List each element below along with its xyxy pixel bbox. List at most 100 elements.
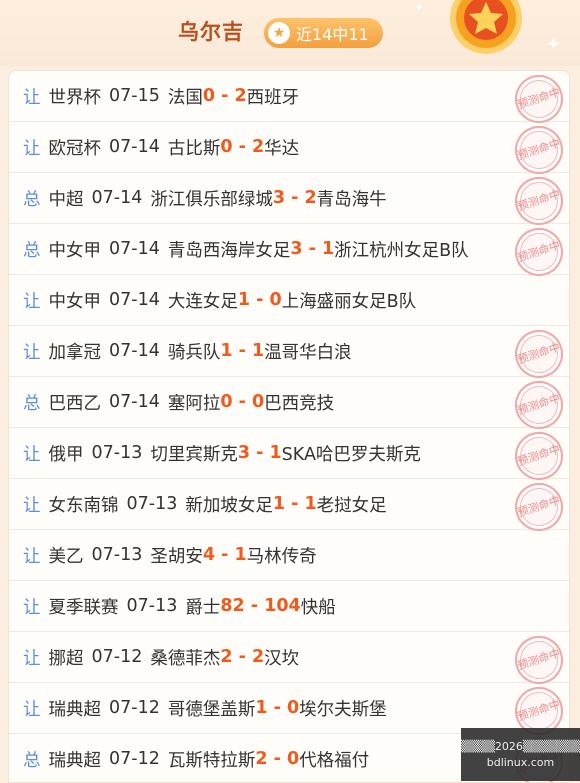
bet-type-label: 总 (23, 189, 41, 210)
match-score: 4 - 1 (202, 545, 247, 565)
match-date: 07-14 (109, 239, 160, 259)
away-team: 快船 (300, 597, 336, 618)
home-team: 爵士 (185, 597, 221, 618)
match-date: 07-13 (126, 494, 178, 514)
match-date: 07-13 (126, 596, 178, 616)
match-score: 3 - 1 (290, 239, 335, 259)
hit-stamp: 预测命中 (508, 119, 569, 181)
prediction-row[interactable]: 让挪超 07-12 桑德菲杰 2 - 2 汉坎 预测命中 (9, 629, 569, 691)
match-date: 07-12 (91, 647, 143, 667)
away-team: 上海盛丽女足B队 (281, 291, 417, 312)
home-team: 骑兵队 (167, 342, 221, 363)
prediction-row[interactable]: 让中女甲 07-14 大连女足 1 - 0 上海盛丽女足B队 (9, 275, 569, 326)
away-team: 华达 (264, 138, 300, 159)
bet-type-label: 让 (23, 342, 41, 363)
away-team: 浙江杭州女足B队 (334, 240, 469, 261)
match-date: 07-13 (91, 443, 143, 463)
match-score: 1 - 1 (220, 341, 265, 361)
match-date: 07-14 (109, 341, 160, 361)
prediction-row[interactable]: 让瑞典超 07-12 哥德堡盖斯 1 - 0 埃尔夫斯堡 预测命中 (9, 680, 569, 742)
away-team: 青岛海牛 (316, 189, 387, 210)
match-league: 中女甲 (48, 240, 102, 261)
match-league: 挪超 (48, 648, 84, 669)
match-score: 1 - 0 (255, 698, 300, 718)
away-team: 西班牙 (246, 87, 300, 108)
home-team: 大连女足 (167, 291, 238, 312)
match-score: 0 - 2 (202, 86, 247, 106)
match-league: 俄甲 (48, 444, 84, 465)
match-score: 82 - 104 (220, 596, 301, 616)
match-league: 夏季联赛 (48, 597, 119, 618)
home-team: 瓦斯特拉斯 (167, 750, 256, 771)
sparkle-icon: ✦ (414, 0, 425, 14)
match-league: 美乙 (48, 546, 84, 567)
home-team: 古比斯 (167, 138, 221, 159)
sparkle-icon: ✦ (546, 34, 562, 55)
prediction-row[interactable]: 让女东南锦 07-13 新加坡女足 1 - 1 老挝女足 预测命中 (9, 476, 569, 538)
match-date: 07-14 (109, 392, 160, 412)
home-team: 青岛西海岸女足 (167, 240, 291, 261)
site-watermark: ▒▒▒▒2026▒▒▒▒▒▒▒ bdlinux.com (461, 728, 580, 781)
bet-type-label: 总 (23, 750, 41, 771)
match-league: 加拿冠 (48, 342, 102, 363)
home-team: 新加坡女足 (185, 495, 273, 516)
bet-type-label: 让 (23, 138, 41, 159)
match-league: 女东南锦 (48, 495, 119, 516)
bet-type-label: 总 (23, 393, 41, 414)
match-score: 0 - 2 (220, 137, 265, 157)
prediction-list: 让世界杯 07-15 法国 0 - 2 西班牙 预测命中让欧冠杯 07-14 古比斯 0 - 2… (8, 70, 570, 783)
match-league: 巴西乙 (48, 393, 102, 414)
bet-type-label: 让 (23, 495, 41, 516)
home-team: 哥德堡盖斯 (167, 699, 256, 720)
watermark-line-2: bdlinux.com (486, 755, 555, 769)
home-team: 切里宾斯克 (150, 444, 238, 465)
bet-type-label: 让 (23, 597, 41, 618)
match-score: 3 - 2 (272, 188, 317, 208)
hit-stamp: 预测命中 (508, 71, 569, 130)
prediction-row[interactable]: 总巴西乙 07-14 塞阿拉 0 - 0 巴西竞技 预测命中 (9, 374, 569, 436)
hit-stamp: 预测命中 (508, 374, 569, 436)
header: 乌尔吉 ★ 近14中11 ✦ ✦ (0, 0, 580, 66)
match-league: 瑞典超 (48, 750, 102, 771)
home-team: 圣胡安 (150, 546, 203, 567)
prediction-row[interactable]: 让世界杯 07-15 法国 0 - 2 西班牙 预测命中 (9, 71, 569, 130)
prediction-row[interactable]: 让欧冠杯 07-14 古比斯 0 - 2 华达 预测命中 (9, 119, 569, 181)
away-team: 老挝女足 (316, 495, 387, 516)
match-score: 0 - 0 (220, 392, 265, 412)
hit-stamp: 预测命中 (508, 629, 569, 691)
away-team: 埃尔夫斯堡 (299, 699, 387, 720)
bet-type-label: 让 (23, 699, 41, 720)
match-date: 07-14 (109, 137, 160, 157)
away-team: 温哥华白浪 (264, 342, 352, 363)
expert-name: 乌尔吉 (178, 20, 244, 44)
hit-stamp: 预测命中 (508, 476, 569, 538)
prediction-row[interactable]: 总中超 07-14 浙江俱乐部绿城 3 - 2 青岛海牛 预测命中 (9, 170, 569, 232)
prediction-row[interactable]: 让美乙 07-13 圣胡安 4 - 1 马林传奇 (9, 530, 569, 581)
prediction-row[interactable]: 总中女甲 07-14 青岛西海岸女足 3 - 1 浙江杭州女足B队 预测命中 (9, 221, 569, 283)
match-date: 07-12 (109, 749, 160, 769)
star-icon: ★ (268, 22, 290, 44)
match-league: 世界杯 (48, 87, 102, 108)
match-league: 瑞典超 (48, 699, 102, 720)
bet-type-label: 让 (23, 648, 41, 669)
bet-type-label: 总 (23, 240, 41, 261)
match-league: 中超 (48, 189, 84, 210)
watermark-line-1: ▒▒▒▒2026▒▒▒▒▒▒▒ (461, 739, 580, 753)
match-date: 07-15 (109, 86, 160, 106)
match-score: 1 - 0 (237, 290, 282, 310)
prediction-row[interactable]: 让俄甲 07-13 切里宾斯克 3 - 1 SKA哈巴罗夫斯克 预测命中 (9, 425, 569, 487)
record-badge-text: 近14中11 (296, 25, 369, 44)
home-team: 桑德菲杰 (150, 648, 221, 669)
prediction-row[interactable]: 让夏季联赛 07-13 爵士 82 - 104 快船 (9, 581, 569, 632)
home-team: 塞阿拉 (167, 393, 221, 414)
away-team: 巴西竞技 (264, 393, 335, 414)
hit-stamp: 预测命中 (508, 425, 569, 487)
away-team: 马林传奇 (246, 546, 317, 567)
match-date: 07-13 (91, 545, 143, 565)
away-team: SKA哈巴罗夫斯克 (281, 444, 421, 465)
away-team: 代格福付 (299, 750, 370, 771)
prediction-row[interactable]: 让加拿冠 07-14 骑兵队 1 - 1 温哥华白浪 预测命中 (9, 323, 569, 385)
match-score: 1 - 1 (272, 494, 317, 514)
bet-type-label: 让 (23, 546, 41, 567)
record-badge: ★ 近14中11 (264, 18, 383, 48)
